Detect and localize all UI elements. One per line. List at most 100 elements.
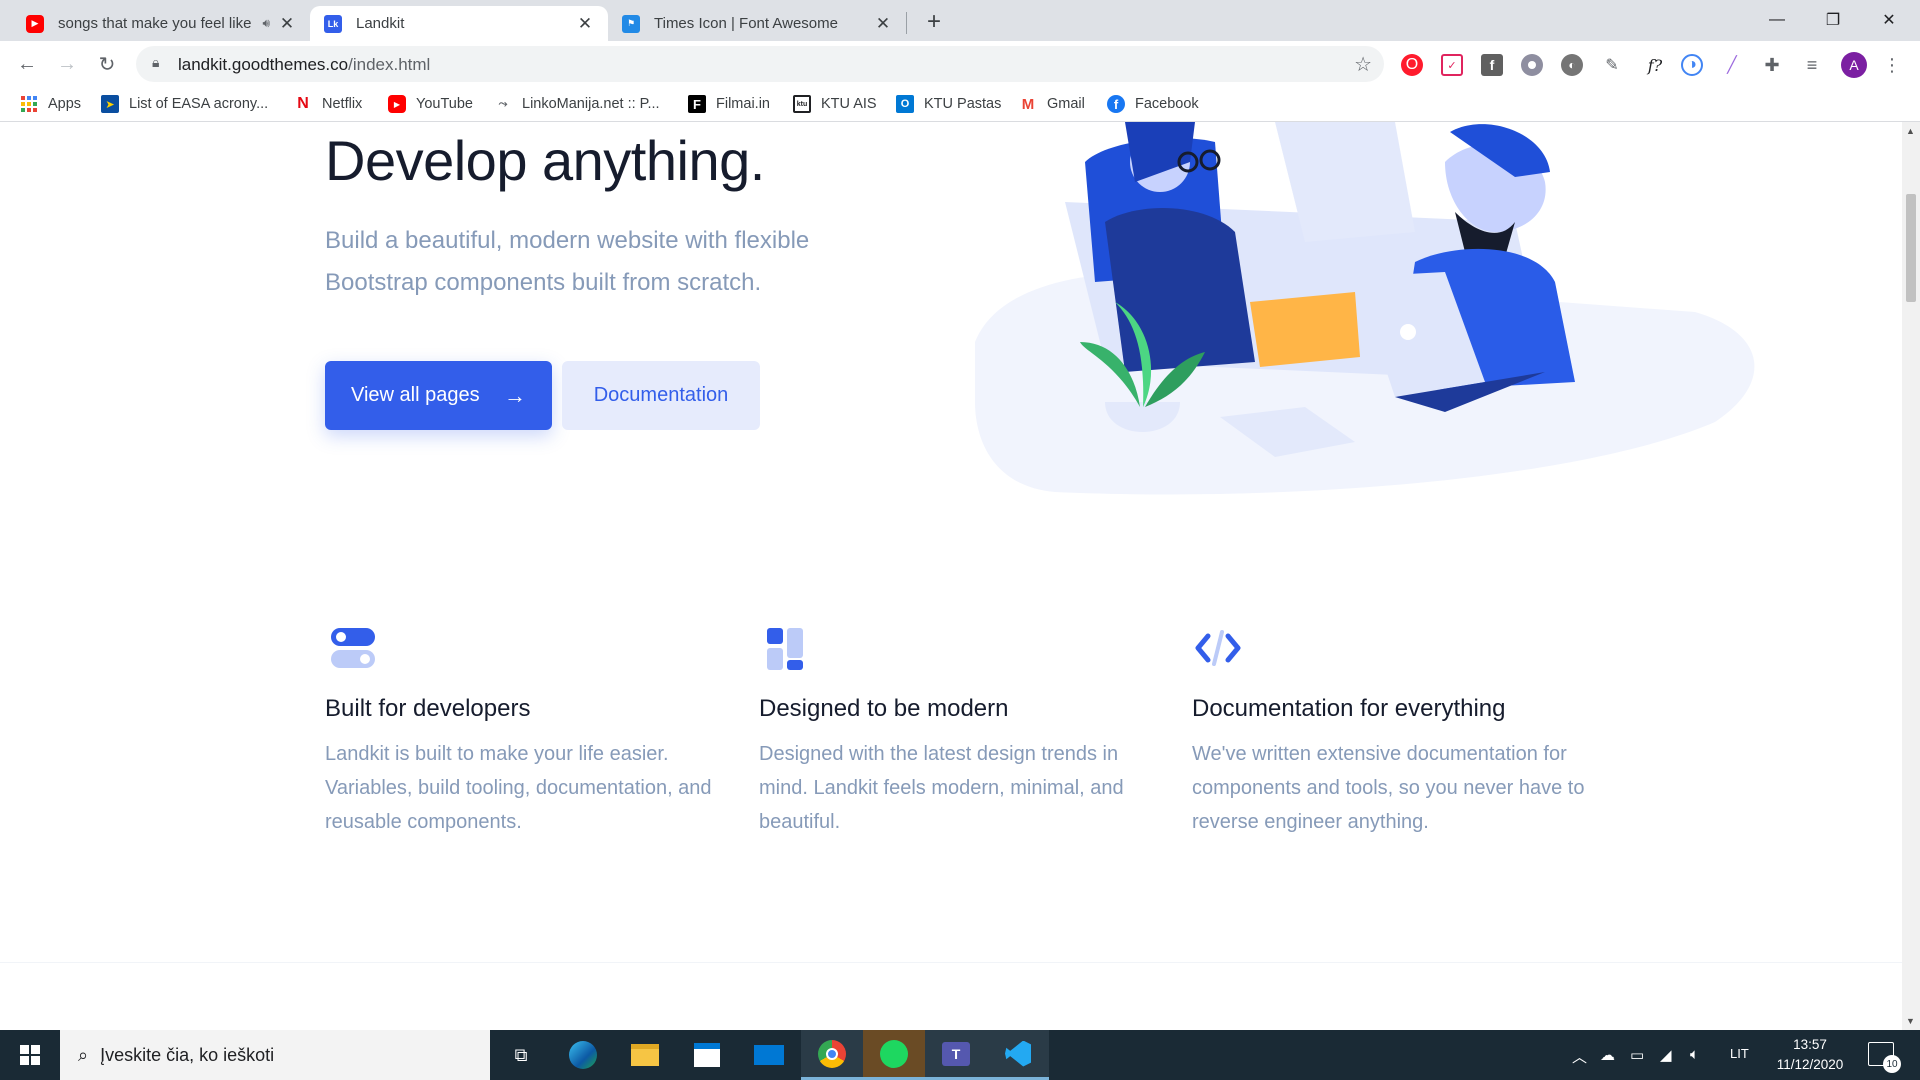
bookmark-label: Gmail [1047,96,1085,112]
hero-title: Develop anything. [325,129,765,192]
onedrive-icon[interactable]: ☁ [1600,1046,1615,1064]
spotify-app-icon[interactable] [863,1030,925,1080]
documentation-button[interactable]: Documentation [562,361,760,430]
formula-extension-icon[interactable]: f? [1641,54,1669,76]
scroll-up-arrow-icon[interactable]: ▲ [1906,126,1915,136]
speaker-icon[interactable]: 🔊︎ [262,16,270,31]
pocket-extension-icon[interactable]: ✓ [1441,54,1463,76]
ktu-ais-icon: ktu [793,95,811,113]
tab-separator [906,12,907,34]
wifi-icon[interactable]: ◢ [1660,1046,1672,1064]
hero-illustration [975,122,1755,495]
extensions-puzzle-icon[interactable]: ✚ [1761,54,1783,76]
feature-title: Documentation for everything [1192,695,1506,722]
easa-icon: ➤ [101,95,119,113]
task-view-icon[interactable]: ⧉ [496,1030,546,1080]
back-button[interactable]: ← [11,48,43,80]
tab-landkit[interactable]: Lk Landkit ✕ [310,6,608,41]
notifications-icon[interactable]: 10 [1868,1042,1901,1073]
bookmark-star-icon[interactable]: ☆ [1354,52,1372,77]
url-host: landkit.goodthemes.co [178,55,349,74]
code-icon [1195,630,1241,666]
scrollbar-thumb[interactable] [1906,194,1916,302]
bookmark-label: KTU AIS [821,96,877,112]
bookmark-ktu-ais[interactable]: ktu KTU AIS [793,95,877,113]
restore-button[interactable]: ❐ [1810,0,1856,40]
address-bar[interactable]: 🔒︎ landkit.goodthemes.co/index.html ☆ [136,46,1384,82]
translate-extension-icon[interactable]: ◑ [1681,54,1703,76]
file-explorer-app-icon[interactable] [620,1030,670,1080]
bookmark-filmai[interactable]: F Filmai.in [688,95,770,113]
lock-icon[interactable]: 🔒︎ [152,54,159,71]
battery-icon[interactable]: ▭ [1630,1046,1644,1064]
section-divider [0,962,1902,963]
bookmark-easa[interactable]: ➤ List of EASA acrony... [101,95,268,113]
profile-avatar[interactable]: A [1841,52,1867,78]
landkit-icon: Lk [324,14,342,33]
volume-icon[interactable]: 🔈︎ [1690,1046,1699,1063]
store-app-icon[interactable] [682,1030,732,1080]
reload-button[interactable]: ↻ [91,48,123,80]
taskbar-search-box[interactable]: ⌕ Įveskite čia, ko ieškoti [60,1030,490,1080]
mail-app-icon[interactable] [744,1030,794,1080]
chrome-app-icon[interactable] [801,1030,863,1080]
tab-font-awesome[interactable]: ⚑ Times Icon | Font Awesome ✕ [608,6,906,41]
font-awesome-icon: ⚑ [622,14,640,33]
view-all-pages-button[interactable]: View all pages → [325,361,552,430]
search-placeholder: Įveskite čia, ko ieškoti [100,1044,275,1065]
ghostery-extension-icon[interactable]: ◐ [1561,54,1583,76]
feature-text: Landkit is built to make your life easie… [325,743,712,833]
bookmark-label: KTU Pastas [924,96,1002,112]
bookmark-facebook[interactable]: f Facebook [1107,95,1199,113]
bookmark-label: Netflix [322,96,363,112]
start-button[interactable] [0,1030,60,1080]
facebook-extension-icon[interactable]: f [1481,54,1503,76]
page-scrollbar[interactable]: ▲ ▼ [1902,122,1920,1030]
clock-date: 11/12/2020 [1776,1057,1844,1072]
close-tab-icon[interactable]: ✕ [576,14,594,34]
tab-youtube[interactable]: ▶ songs that make you feel like 🔊︎ ✕ [12,6,310,41]
opera-extension-icon[interactable]: O [1401,54,1423,76]
tab-title: Times Icon | Font Awesome [654,15,838,32]
show-hidden-icons[interactable]: ︿ [1572,1046,1587,1067]
filmai-icon: F [688,95,706,113]
clock[interactable]: 13:57 11/12/2020 [1770,1035,1850,1075]
gmail-icon: M [1021,95,1035,113]
new-tab-button[interactable]: + [920,8,948,36]
edge-app-icon[interactable] [558,1030,608,1080]
minimize-button[interactable]: — [1754,0,1800,40]
close-tab-icon[interactable]: ✕ [278,14,296,34]
circle-extension-icon[interactable] [1521,54,1543,76]
linkomanija-icon: ⤳ [498,97,508,110]
clock-time: 13:57 [1793,1037,1827,1052]
toggle-icon [331,628,375,668]
outlook-icon: O [896,95,914,113]
browser-tab-strip: ▶ songs that make you feel like 🔊︎ ✕ Lk … [0,0,1920,41]
language-indicator[interactable]: LIT [1730,1046,1749,1061]
forward-button[interactable]: → [51,48,83,80]
url-text[interactable]: landkit.goodthemes.co/index.html [178,55,430,75]
search-icon: ⌕ [78,1044,89,1065]
vscode-app-icon[interactable] [987,1030,1049,1080]
eyedropper-extension-icon[interactable]: ✎ [1601,54,1623,76]
menu-kebab-icon[interactable]: ⋮ [1881,54,1903,76]
bookmark-linkomanija[interactable]: ⤳ LinkoManija.net :: P... [494,95,660,113]
close-tab-icon[interactable]: ✕ [874,14,892,34]
bookmark-youtube[interactable]: ▶ YouTube [388,95,473,113]
bookmark-label: Facebook [1135,96,1199,112]
teams-app-icon[interactable]: T [925,1030,987,1080]
bookmark-gmail[interactable]: M Gmail [1019,95,1085,113]
tab-title: Landkit [356,15,405,32]
youtube-icon: ▶ [388,95,406,113]
bookmark-netflix[interactable]: N Netflix [294,95,362,113]
bookmark-ktu-pastas[interactable]: O KTU Pastas [896,95,1001,113]
media-control-icon[interactable]: ≡ [1801,54,1823,76]
pen-extension-icon[interactable]: ╱ [1721,54,1743,76]
scroll-down-arrow-icon[interactable]: ▼ [1906,1016,1915,1026]
youtube-icon: ▶ [26,14,44,33]
landkit-page: Develop anything. Build a beautiful, mod… [0,122,1902,1030]
bookmark-label: YouTube [416,96,473,112]
netflix-icon: N [297,95,309,112]
close-window-button[interactable]: ✕ [1866,0,1912,40]
bookmark-apps[interactable]: Apps [20,95,81,113]
